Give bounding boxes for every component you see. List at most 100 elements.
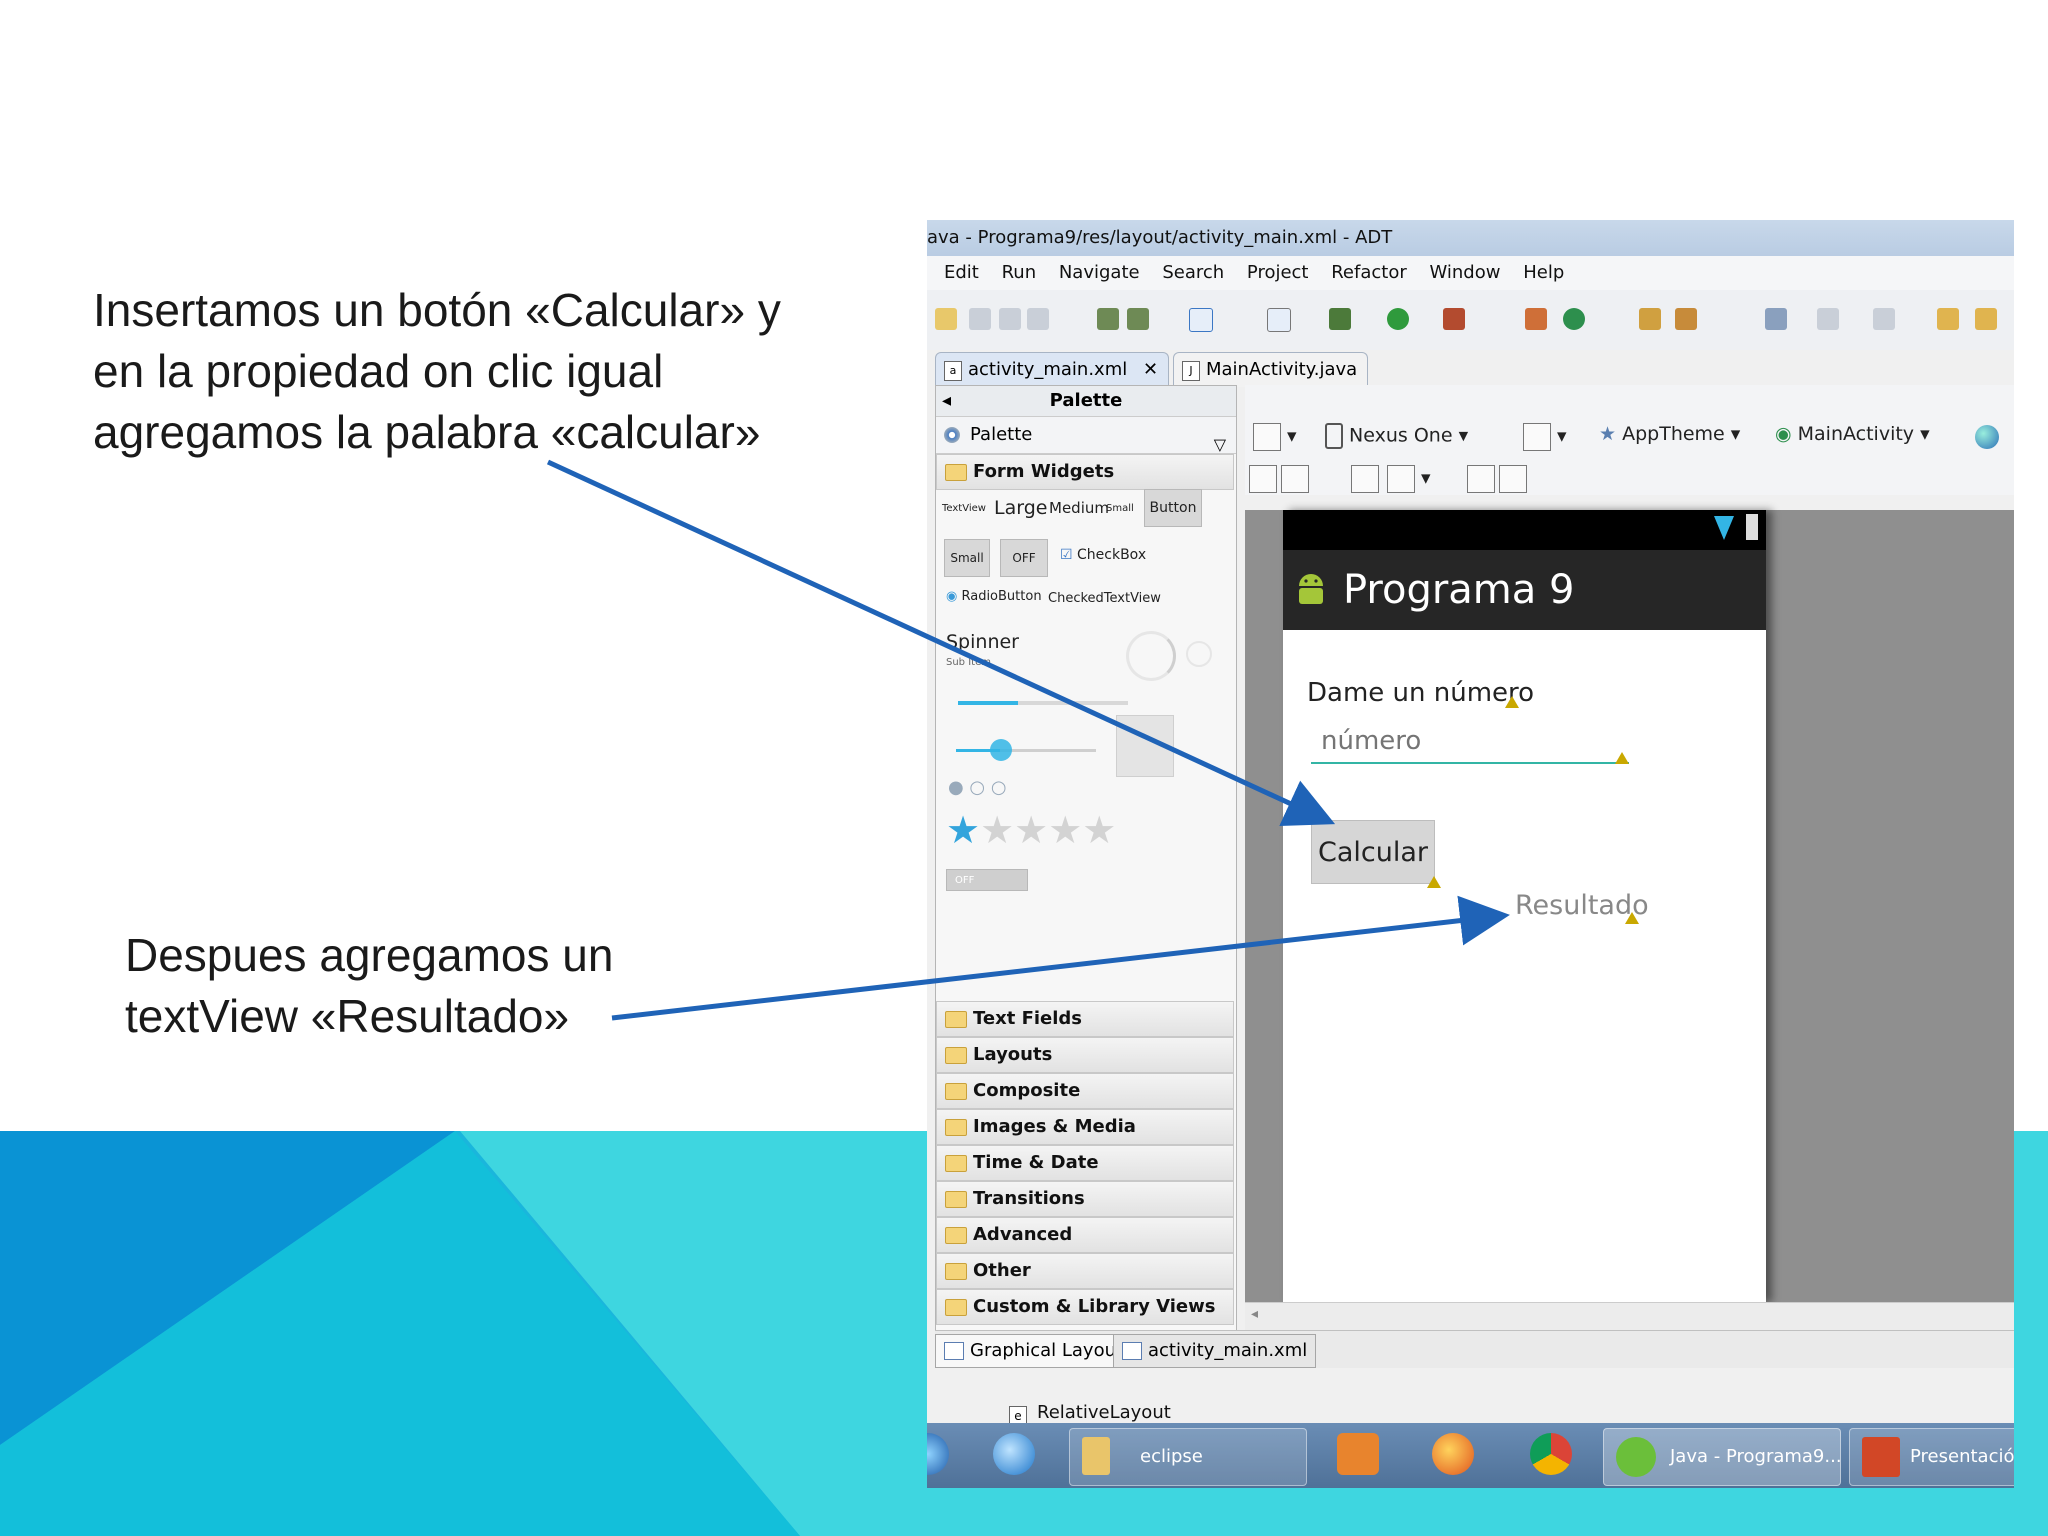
tab-activity-main-xml[interactable]: a activity_main.xml ✕: [935, 352, 1170, 387]
collapse-left-icon[interactable]: ◂: [942, 386, 951, 416]
star-icon: ★: [1599, 423, 1617, 445]
forward-icon[interactable]: [1975, 308, 1997, 330]
menu-bar: Edit Run Navigate Search Project Refacto…: [927, 256, 2014, 290]
category-images-media[interactable]: Images & Media: [936, 1109, 1234, 1145]
seekbar[interactable]: [956, 739, 1096, 761]
menu-refactor[interactable]: Refactor: [1331, 262, 1407, 283]
progressbar-small-icon[interactable]: [1186, 641, 1212, 667]
tab-mainactivity-java[interactable]: J MainActivity.java: [1173, 352, 1369, 387]
menu-project[interactable]: Project: [1247, 262, 1309, 283]
move-down-icon[interactable]: [1499, 465, 1527, 493]
scroll-left-icon[interactable]: ◂: [1251, 1306, 1258, 1322]
start-button-icon[interactable]: [927, 1433, 949, 1475]
menu-search[interactable]: Search: [1162, 262, 1224, 283]
android-logo-icon: [1299, 574, 1323, 604]
fill-width-icon[interactable]: [1249, 465, 1277, 493]
category-advanced[interactable]: Advanced: [936, 1217, 1234, 1253]
next-annotation-icon[interactable]: [1817, 308, 1839, 330]
internet-explorer-icon[interactable]: [993, 1433, 1035, 1475]
margins-icon[interactable]: [1351, 465, 1379, 493]
firefox-icon[interactable]: [1432, 1433, 1474, 1475]
configuration-icon[interactable]: [1253, 423, 1281, 451]
fill-height-icon[interactable]: [1281, 465, 1309, 493]
menu-help[interactable]: Help: [1523, 262, 1564, 283]
progressbar-large-icon[interactable]: [1126, 631, 1176, 681]
seekbar-thumb[interactable]: [990, 739, 1012, 761]
widget-switch[interactable]: OFF: [946, 869, 1028, 891]
category-transitions[interactable]: Transitions: [936, 1181, 1234, 1217]
widget-spinner[interactable]: Spinner: [946, 631, 1019, 653]
open-type-icon[interactable]: [1639, 308, 1661, 330]
new-package-icon[interactable]: [1525, 308, 1547, 330]
save-icon[interactable]: [969, 308, 991, 330]
avd-manager-icon[interactable]: [1127, 308, 1149, 330]
category-text-fields[interactable]: Text Fields: [936, 1001, 1234, 1037]
gravity-icon[interactable]: [1387, 465, 1415, 493]
external-tools-icon[interactable]: [1443, 308, 1465, 330]
locale-globe-icon[interactable]: [1975, 425, 1999, 449]
warning-icon: [1427, 876, 1441, 888]
new-class-icon[interactable]: [1563, 308, 1585, 330]
chevron-down-icon[interactable]: ▾: [1421, 467, 1431, 489]
warning-icon: [1615, 752, 1629, 764]
chrome-icon[interactable]: [1530, 1433, 1572, 1475]
warning-icon: [1625, 912, 1639, 924]
taskbar-presentacion[interactable]: Presentació: [1849, 1428, 2014, 1486]
radiogroup-icon[interactable]: ● ○ ○: [948, 777, 1007, 798]
warning-icon: [1505, 696, 1519, 708]
menu-run[interactable]: Run: [1002, 262, 1037, 283]
chevron-down-icon[interactable]: ▾: [1557, 425, 1567, 447]
move-up-icon[interactable]: [1467, 465, 1495, 493]
category-other[interactable]: Other: [936, 1253, 1234, 1289]
widget-textview[interactable]: TextView: [942, 503, 986, 514]
widget-button[interactable]: Button: [1144, 489, 1202, 527]
widget-toggle-button[interactable]: OFF: [1000, 539, 1048, 577]
widget-small-button[interactable]: Small: [944, 539, 990, 577]
widget-small-text[interactable]: Small: [1106, 503, 1134, 514]
menu-window[interactable]: Window: [1429, 262, 1500, 283]
debug-icon[interactable]: [1329, 308, 1351, 330]
pin-icon[interactable]: [1765, 308, 1787, 330]
horizontal-scrollbar[interactable]: ◂: [1245, 1302, 2014, 1331]
calcular-button[interactable]: Calcular: [1311, 820, 1435, 884]
widget-medium-text[interactable]: Medium: [1049, 499, 1109, 517]
quickcontactbadge-icon[interactable]: [1116, 715, 1174, 777]
menu-edit[interactable]: Edit: [944, 262, 979, 283]
menu-navigate[interactable]: Navigate: [1059, 262, 1140, 283]
widget-checkbox[interactable]: ☑ CheckBox: [1060, 547, 1146, 563]
progressbar-horizontal[interactable]: [958, 701, 1128, 705]
widget-large-text[interactable]: Large: [994, 497, 1047, 519]
run-icon[interactable]: [1387, 308, 1409, 330]
taskbar-eclipse[interactable]: eclipse: [1069, 1428, 1307, 1486]
category-time-date[interactable]: Time & Date: [936, 1145, 1234, 1181]
theme-selector[interactable]: ★ AppTheme ▾: [1599, 423, 1740, 445]
tab-xml-source[interactable]: activity_main.xml: [1113, 1334, 1317, 1368]
device-selector[interactable]: Nexus One ▾: [1325, 423, 1468, 449]
chevron-down-icon[interactable]: ▾: [1287, 425, 1297, 447]
close-icon[interactable]: ✕: [1143, 359, 1158, 380]
tab-graphical-layout[interactable]: Graphical Layout: [935, 1334, 1133, 1368]
save-all-icon[interactable]: [999, 308, 1021, 330]
widget-checkedtextview[interactable]: CheckedTextView: [1048, 591, 1161, 606]
print-icon[interactable]: [1027, 308, 1049, 330]
category-layouts[interactable]: Layouts: [936, 1037, 1234, 1073]
number-input[interactable]: [1311, 720, 1629, 764]
media-player-icon[interactable]: [1337, 1433, 1379, 1475]
palette-dropdown[interactable]: Palette ▽: [936, 416, 1236, 454]
search-icon[interactable]: [1675, 308, 1697, 330]
taskbar-java-programa9[interactable]: Java - Programa9...: [1603, 1428, 1841, 1486]
ratingbar[interactable]: ★★★★★: [946, 811, 1116, 849]
prev-annotation-icon[interactable]: [1873, 308, 1895, 330]
widget-radiobutton[interactable]: ◉ RadioButton: [946, 589, 1042, 604]
checkbox-icon[interactable]: [1189, 308, 1213, 332]
back-icon[interactable]: [1937, 308, 1959, 330]
sdk-manager-icon[interactable]: [1097, 308, 1119, 330]
category-composite[interactable]: Composite: [936, 1073, 1234, 1109]
android-file-icon[interactable]: [1267, 308, 1291, 332]
category-form-widgets[interactable]: Form Widgets: [936, 454, 1234, 490]
rotate-icon[interactable]: [1523, 423, 1551, 451]
outline-relativelayout[interactable]: RelativeLayout: [1037, 1402, 1171, 1423]
new-icon[interactable]: [935, 308, 957, 330]
activity-selector[interactable]: ◉ MainActivity ▾: [1775, 423, 1930, 445]
category-custom-library-views[interactable]: Custom & Library Views: [936, 1289, 1234, 1325]
